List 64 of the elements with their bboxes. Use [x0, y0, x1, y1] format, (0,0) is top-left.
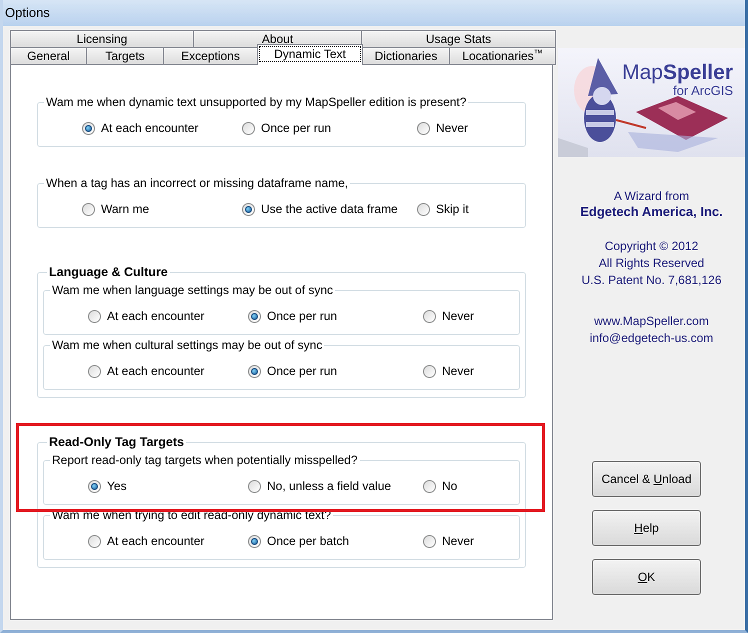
radio-label[interactable]: At each encounter: [107, 532, 204, 550]
radio-button[interactable]: [88, 534, 101, 548]
legal-text: All Rights Reserved: [598, 255, 704, 272]
radio-label[interactable]: Yes: [107, 477, 127, 495]
dialog-button[interactable]: OK: [592, 559, 701, 595]
radio-button[interactable]: [82, 122, 95, 134]
legal-text: U.S. Patent No. 7,681,126: [581, 272, 722, 289]
group-label: Wam me when dynamic text unsupported by my MapSpeller edition is present?: [45, 96, 468, 109]
radio-label[interactable]: At each encounter: [107, 362, 204, 380]
logo-subtitle: for ArcGIS: [673, 84, 733, 98]
radio-button[interactable]: [88, 480, 101, 492]
link[interactable]: info@edgetech-us.com: [590, 330, 714, 347]
link[interactable]: www.MapSpeller.com: [594, 313, 709, 330]
group-label: Report read-only tag targets when potentially misspelled?: [51, 454, 359, 467]
radio-button[interactable]: [82, 202, 95, 216]
group-label: When a tag has an incorrect or missing dataframe name,: [45, 177, 350, 190]
radio-button[interactable]: [423, 310, 436, 322]
radio-button[interactable]: [423, 364, 436, 378]
section-heading: Read-Only Tag Targets: [48, 434, 185, 450]
tab[interactable]: Licensing: [10, 30, 194, 48]
radio-label[interactable]: Warn me: [101, 200, 150, 218]
window-title: Options: [5, 4, 50, 22]
radio-label[interactable]: Skip it: [436, 200, 469, 218]
radio-button[interactable]: [248, 534, 261, 548]
radio-label[interactable]: Once per run: [267, 307, 338, 325]
tab[interactable]: Usage Stats: [361, 30, 556, 48]
section-heading: Language & Culture: [48, 264, 169, 280]
radio-label[interactable]: Once per batch: [267, 532, 350, 550]
radio-button[interactable]: [417, 202, 430, 216]
radio-button[interactable]: [423, 480, 436, 492]
radio-label[interactable]: At each encounter: [101, 119, 198, 137]
radio-label[interactable]: Once per run: [267, 362, 338, 380]
radio-button[interactable]: [423, 534, 436, 548]
radio-button[interactable]: [417, 122, 430, 134]
radio-button[interactable]: [248, 480, 261, 492]
radio-label[interactable]: At each encounter: [107, 307, 204, 325]
tab[interactable]: Targets: [86, 47, 164, 65]
radio-button[interactable]: [242, 202, 255, 216]
radio-button[interactable]: [242, 122, 255, 134]
company-name: Edgetech America, Inc.: [580, 204, 723, 220]
radio-label[interactable]: Never: [442, 307, 474, 325]
tab[interactable]: Dictionaries: [362, 47, 450, 65]
radio-button[interactable]: [248, 310, 261, 322]
tagline: A Wizard from: [614, 189, 690, 204]
group-label: Wam me when cultural settings may be out of sync: [51, 339, 324, 352]
radio-button[interactable]: [88, 310, 101, 322]
radio-label[interactable]: No, unless a field value: [267, 477, 392, 495]
logo-title: MapSpeller: [622, 62, 733, 84]
radio-label[interactable]: No: [442, 477, 458, 495]
tab[interactable]: Locationaries$^{™}$: [449, 47, 556, 65]
tab[interactable]: Dynamic Text: [257, 44, 363, 65]
tab[interactable]: Exceptions: [163, 47, 258, 65]
radio-label[interactable]: Once per run: [261, 119, 332, 137]
legal-text: Copyright © 2012: [604, 238, 698, 255]
radio-label[interactable]: Never: [442, 362, 474, 380]
group-label: Wam me when language settings may be out of sync: [51, 284, 334, 297]
radio-button[interactable]: [88, 364, 101, 378]
radio-label[interactable]: Never: [442, 532, 474, 550]
radio-label[interactable]: Never: [436, 119, 468, 137]
radio-button[interactable]: [248, 364, 261, 378]
tab[interactable]: General: [10, 47, 87, 65]
dialog-button[interactable]: Cancel & Unload: [592, 461, 701, 497]
radio-label[interactable]: Use the active data frame: [261, 200, 398, 218]
dialog-button[interactable]: Help: [592, 510, 701, 546]
